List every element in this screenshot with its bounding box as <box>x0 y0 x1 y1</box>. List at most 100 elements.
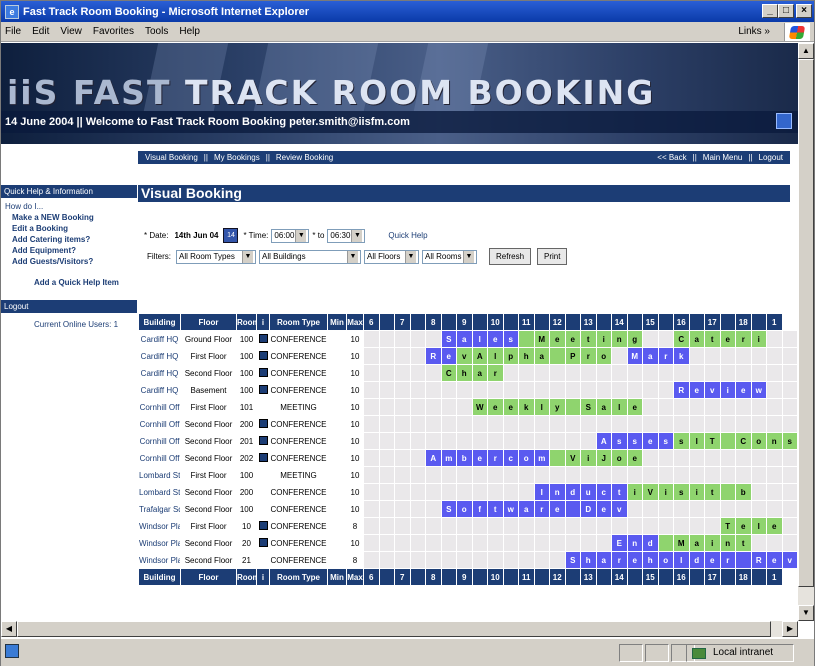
free-slot[interactable] <box>440 415 457 433</box>
building-cell[interactable]: Trafalgar Sq <box>138 500 181 518</box>
free-slot[interactable] <box>518 517 535 535</box>
free-slot[interactable] <box>394 500 411 518</box>
free-slot[interactable] <box>580 517 597 535</box>
booked-slot[interactable]: f <box>471 500 488 518</box>
free-slot[interactable] <box>456 551 473 569</box>
free-slot[interactable] <box>471 534 488 552</box>
room-info-icon[interactable] <box>258 350 268 360</box>
nav-review-booking[interactable]: Review Booking <box>276 153 333 162</box>
free-slot[interactable] <box>425 466 442 484</box>
booked-slot[interactable]: R <box>750 551 767 569</box>
booked-slot[interactable] <box>564 398 581 416</box>
free-slot[interactable] <box>735 500 752 518</box>
booked-slot[interactable]: m <box>440 449 457 467</box>
free-slot[interactable] <box>719 415 736 433</box>
free-slot[interactable] <box>425 517 442 535</box>
free-slot[interactable] <box>394 364 411 382</box>
free-slot[interactable] <box>363 500 380 518</box>
calendar-icon[interactable]: 14 <box>223 228 239 243</box>
free-slot[interactable] <box>750 364 767 382</box>
free-slot[interactable] <box>471 551 488 569</box>
free-slot[interactable] <box>440 432 457 450</box>
booked-slot[interactable]: e <box>549 500 566 518</box>
booked-slot[interactable]: T <box>704 432 721 450</box>
free-slot[interactable] <box>595 517 612 535</box>
booked-slot[interactable]: e <box>564 330 581 348</box>
free-slot[interactable] <box>378 483 395 501</box>
free-slot[interactable] <box>719 449 736 467</box>
free-slot[interactable] <box>549 534 566 552</box>
free-slot[interactable] <box>456 483 473 501</box>
free-slot[interactable] <box>564 534 581 552</box>
booked-slot[interactable]: s <box>673 432 690 450</box>
booked-slot[interactable]: r <box>487 364 504 382</box>
free-slot[interactable] <box>487 517 504 535</box>
free-slot[interactable] <box>502 551 519 569</box>
free-slot[interactable] <box>580 381 597 399</box>
free-slot[interactable] <box>580 432 597 450</box>
free-slot[interactable] <box>533 432 550 450</box>
free-slot[interactable] <box>378 517 395 535</box>
free-slot[interactable] <box>750 398 767 416</box>
free-slot[interactable] <box>425 381 442 399</box>
free-slot[interactable] <box>440 466 457 484</box>
booked-slot[interactable]: I <box>688 432 705 450</box>
booked-slot[interactable]: l <box>487 347 504 365</box>
booked-slot[interactable]: r <box>580 347 597 365</box>
room-info-icon[interactable] <box>258 452 268 462</box>
free-slot[interactable] <box>704 364 721 382</box>
free-slot[interactable] <box>409 534 426 552</box>
free-slot[interactable] <box>533 381 550 399</box>
building-cell[interactable]: Cornhill Off <box>138 449 181 467</box>
booked-slot[interactable]: M <box>533 330 550 348</box>
time-to-select[interactable]: 06:30 ▼ <box>327 228 366 243</box>
free-slot[interactable] <box>781 415 798 433</box>
free-slot[interactable] <box>440 483 457 501</box>
booked-slot[interactable]: s <box>657 432 674 450</box>
free-slot[interactable] <box>409 415 426 433</box>
free-slot[interactable] <box>440 517 457 535</box>
free-slot[interactable] <box>471 415 488 433</box>
free-slot[interactable] <box>440 398 457 416</box>
booked-slot[interactable]: i <box>704 534 721 552</box>
booked-slot[interactable]: t <box>580 330 597 348</box>
free-slot[interactable] <box>719 347 736 365</box>
booked-slot[interactable]: a <box>518 500 535 518</box>
free-slot[interactable] <box>409 517 426 535</box>
booked-slot[interactable]: a <box>595 398 612 416</box>
free-slot[interactable] <box>363 466 380 484</box>
free-slot[interactable] <box>549 517 566 535</box>
booked-slot[interactable]: a <box>688 330 705 348</box>
booked-slot[interactable]: l <box>750 517 767 535</box>
free-slot[interactable] <box>471 466 488 484</box>
free-slot[interactable] <box>363 432 380 450</box>
free-slot[interactable] <box>363 381 380 399</box>
booked-slot[interactable]: d <box>688 551 705 569</box>
booked-slot[interactable]: e <box>688 381 705 399</box>
free-slot[interactable] <box>409 330 426 348</box>
menu-favorites[interactable]: Favorites <box>93 26 134 37</box>
room-info-icon[interactable] <box>258 435 268 445</box>
booked-slot[interactable] <box>518 330 535 348</box>
booked-slot[interactable]: V <box>564 449 581 467</box>
booked-slot[interactable]: v <box>781 551 798 569</box>
booked-slot[interactable]: t <box>704 483 721 501</box>
booked-slot[interactable]: e <box>471 449 488 467</box>
free-slot[interactable] <box>781 364 798 382</box>
free-slot[interactable] <box>378 347 395 365</box>
help-link-new-booking[interactable]: Make a NEW Booking <box>1 212 137 223</box>
booked-slot[interactable]: i <box>750 330 767 348</box>
free-slot[interactable] <box>673 415 690 433</box>
free-slot[interactable] <box>471 483 488 501</box>
free-slot[interactable] <box>704 517 721 535</box>
free-slot[interactable] <box>766 330 783 348</box>
free-slot[interactable] <box>750 347 767 365</box>
free-slot[interactable] <box>409 432 426 450</box>
free-slot[interactable] <box>781 483 798 501</box>
free-slot[interactable] <box>378 534 395 552</box>
room-info-icon[interactable] <box>258 537 268 547</box>
booked-slot[interactable]: l <box>533 398 550 416</box>
time-from-select[interactable]: 06:00 ▼ <box>271 228 310 243</box>
booked-slot[interactable]: i <box>657 483 674 501</box>
booked-slot[interactable]: e <box>626 398 643 416</box>
